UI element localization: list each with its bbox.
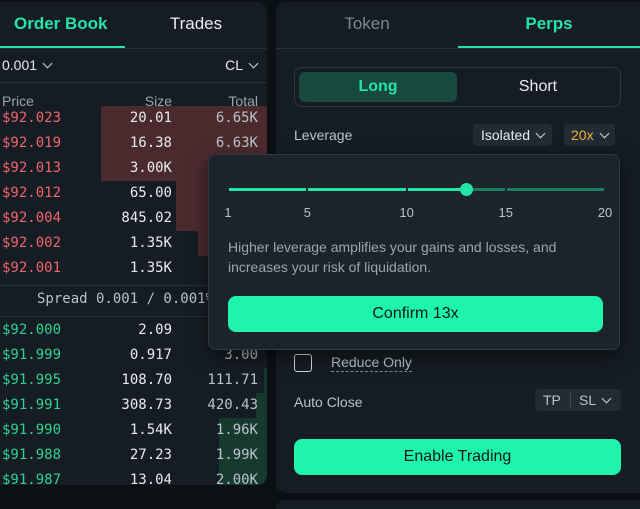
slider-tick <box>306 187 309 192</box>
ask-row-size: 16.38 <box>129 135 172 151</box>
leverage-slider[interactable] <box>227 180 606 200</box>
bid-row-price: $91.999 <box>2 347 62 363</box>
bid-row-price: $92.000 <box>2 322 62 338</box>
ask-row-price: $92.004 <box>2 210 62 226</box>
ask-row[interactable]: $92.019 16.38 6.63K <box>0 131 267 156</box>
ask-row-size: 20.01 <box>129 110 172 126</box>
reduce-only-checkbox[interactable] <box>294 354 312 372</box>
tab-token[interactable]: Token <box>276 2 458 48</box>
bid-row-price: $91.991 <box>2 397 62 413</box>
divider <box>276 48 640 49</box>
tp-sl-control: TP SL <box>535 389 621 411</box>
bid-row[interactable]: $91.995 108.70 111.71 <box>0 368 267 393</box>
bid-row[interactable]: $91.987 13.04 2.00K <box>0 468 267 485</box>
ask-row-price: $92.013 <box>2 160 62 176</box>
bid-row[interactable]: $91.988 27.23 1.99K <box>0 443 267 468</box>
slider-tick <box>504 187 507 192</box>
spread-indicator: Spread 0.001 / 0.001% <box>37 291 215 307</box>
bid-row-price: $91.995 <box>2 372 62 388</box>
bid-row-price: $91.987 <box>2 472 62 485</box>
leverage-value: 20x <box>571 127 594 143</box>
ask-row-price: $92.012 <box>2 185 62 201</box>
ask-row-price: $92.019 <box>2 135 62 151</box>
divider <box>0 48 267 49</box>
bid-row-size: 27.23 <box>129 447 172 463</box>
leverage-warning: Higher leverage amplifies your gains and… <box>228 239 557 275</box>
slider-thumb[interactable] <box>459 183 473 196</box>
auto-close-label: Auto Close <box>294 394 363 410</box>
bid-row-price: $91.988 <box>2 447 62 463</box>
slider-fill <box>228 188 467 191</box>
enable-trading-button[interactable]: Enable Trading <box>294 439 621 475</box>
bid-row-size: 2.09 <box>138 322 172 338</box>
margin-mode-select[interactable]: Isolated <box>473 124 553 146</box>
chevron-down-icon <box>599 128 610 139</box>
slider-tick <box>227 187 229 192</box>
next-panel-edge <box>276 500 640 509</box>
order-book-tabs: Order Book Trades <box>0 2 267 48</box>
ask-row-price: $92.002 <box>2 235 62 251</box>
divider <box>0 82 267 83</box>
reduce-only-label[interactable]: Reduce Only <box>331 354 412 372</box>
confirm-leverage-button[interactable]: Confirm 13x <box>228 296 603 332</box>
ask-row-price: $92.001 <box>2 260 62 276</box>
side-toggle: Long Short <box>294 67 621 107</box>
slider-tick-label: 10 <box>399 205 414 220</box>
ask-row-size: 1.35K <box>129 260 172 276</box>
slider-tick-label: 5 <box>303 205 311 220</box>
ask-row-total: 6.63K <box>215 135 258 151</box>
bid-row[interactable]: $91.991 308.73 420.43 <box>0 393 267 418</box>
leverage-popover: 1 5 10 15 20 Higher leverage amplifies your … <box>208 154 620 350</box>
bid-row-size: 1.54K <box>129 422 172 438</box>
tick-size-value: 0.001 <box>2 57 38 73</box>
bid-row-total: 420.43 <box>207 397 258 413</box>
chevron-down-icon <box>248 58 259 69</box>
bid-row-size: 308.73 <box>121 397 172 413</box>
bid-row-size: 108.70 <box>121 372 172 388</box>
chevron-down-icon <box>42 58 53 69</box>
tab-perps[interactable]: Perps <box>458 2 640 48</box>
slider-tick-label: 1 <box>224 205 232 220</box>
size-unit-select[interactable]: CL <box>225 57 259 73</box>
leverage-select[interactable]: 20x <box>564 124 615 146</box>
bid-row-total: 111.71 <box>207 372 258 388</box>
bid-row-total: 1.99K <box>215 447 258 463</box>
tick-size-select[interactable]: 0.001 <box>2 57 53 73</box>
bid-row[interactable]: $91.990 1.54K 1.96K <box>0 418 267 443</box>
leverage-label: Leverage <box>294 127 353 143</box>
tab-order-book[interactable]: Order Book <box>0 2 125 48</box>
ask-row-size: 845.02 <box>121 210 172 226</box>
bid-row-total: 2.00K <box>215 472 258 485</box>
chevron-down-icon <box>601 393 612 404</box>
tab-trades[interactable]: Trades <box>125 2 267 48</box>
slider-tick-label: 15 <box>498 205 514 220</box>
ask-row-total: 6.65K <box>215 110 258 126</box>
ask-row[interactable]: $92.023 20.01 6.65K <box>0 106 267 131</box>
take-profit-button[interactable]: TP <box>543 389 561 411</box>
bid-row-size: 13.04 <box>129 472 172 485</box>
slider-tick <box>405 187 408 192</box>
margin-mode-value: Isolated <box>481 127 531 143</box>
bid-row-size: 0.917 <box>129 347 172 363</box>
slider-tick-label: 20 <box>597 205 613 220</box>
size-unit-value: CL <box>225 57 243 73</box>
short-button[interactable]: Short <box>459 72 617 102</box>
ask-row-size: 3.00K <box>129 160 172 176</box>
depth-bar <box>264 368 267 393</box>
stop-loss-select[interactable]: SL <box>579 389 612 411</box>
slider-tick <box>604 187 606 192</box>
ask-row-price: $92.023 <box>2 110 62 126</box>
bid-row-total: 1.96K <box>215 422 258 438</box>
bid-row-price: $91.990 <box>2 422 62 438</box>
ask-row-size: 1.35K <box>129 235 172 251</box>
divider <box>570 392 571 408</box>
long-button[interactable]: Long <box>299 72 457 102</box>
ask-row-size: 65.00 <box>129 185 172 201</box>
stop-loss-label: SL <box>579 392 597 408</box>
chevron-down-icon <box>535 128 546 139</box>
